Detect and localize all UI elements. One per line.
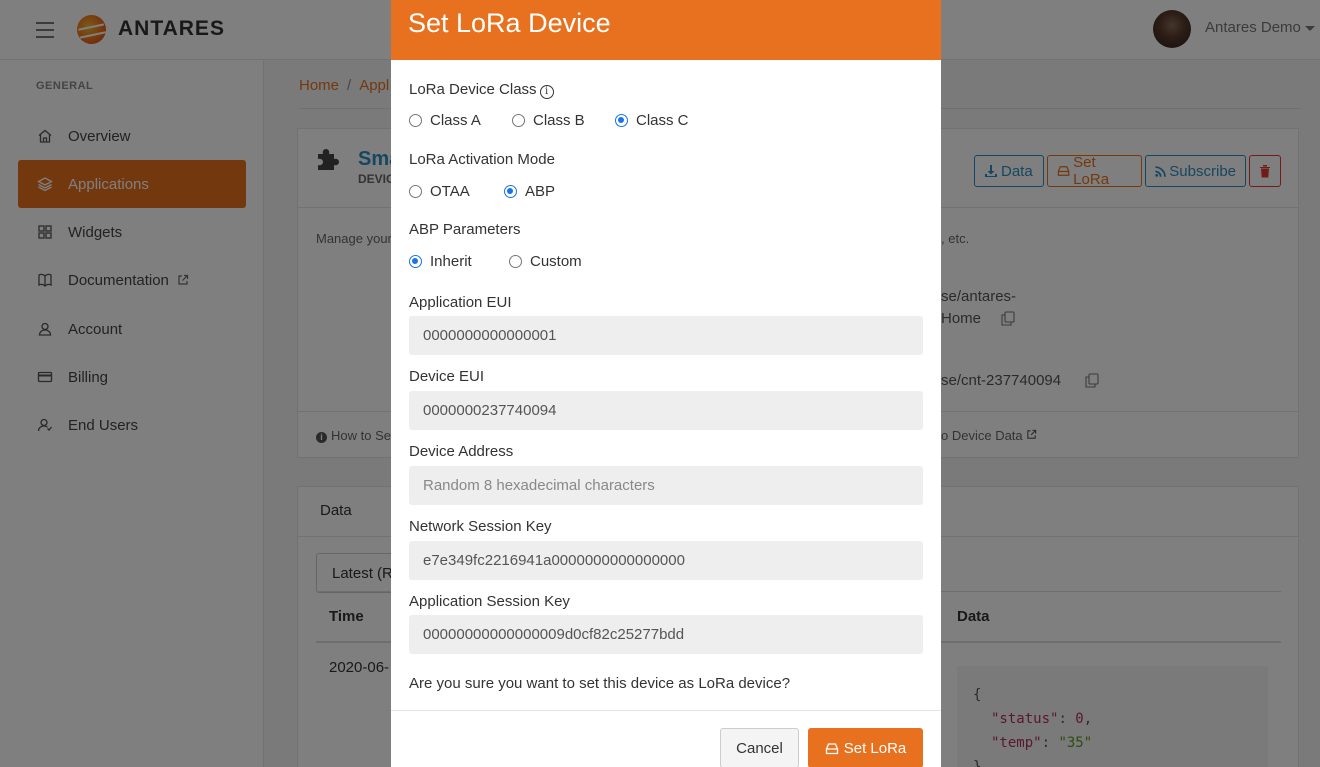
activation-mode-label: LoRa Activation Mode <box>409 151 555 168</box>
device-class-radio-group: Class A Class B Class C <box>409 112 689 129</box>
abp-parameters-radio-group: Inherit Custom <box>409 253 582 270</box>
radio-label: Custom <box>530 253 582 270</box>
hdd-icon <box>825 742 838 754</box>
device-eui-input[interactable]: 0000000237740094 <box>409 391 923 430</box>
network-session-key-input[interactable]: e7e349fc2216941a0000000000000000 <box>409 541 923 580</box>
radio-button[interactable] <box>615 114 628 127</box>
radio-label: Class C <box>636 112 689 129</box>
radio-button[interactable] <box>512 114 525 127</box>
radio-abp[interactable]: ABP <box>504 183 555 200</box>
radio-class-b[interactable]: Class B <box>512 112 615 129</box>
radio-button[interactable] <box>409 185 422 198</box>
radio-label: ABP <box>525 183 556 200</box>
modal-header: Set LoRa Device <box>391 0 941 60</box>
set-lora-submit-button[interactable]: Set LoRa <box>808 728 923 767</box>
network-session-key-label: Network Session Key <box>409 518 552 535</box>
radio-label: Class B <box>533 112 585 129</box>
activation-mode-radio-group: OTAA ABP <box>409 183 555 200</box>
confirm-message: Are you sure you want to set this device… <box>409 675 791 692</box>
radio-label: OTAA <box>430 183 470 200</box>
radio-class-a[interactable]: Class A <box>409 112 512 129</box>
app-session-key-label: Application Session Key <box>409 593 570 610</box>
modal-footer-divider <box>391 710 941 711</box>
radio-inherit[interactable]: Inherit <box>409 253 509 270</box>
device-eui-label: Device EUI <box>409 368 485 385</box>
set-lora-submit-label: Set LoRa <box>843 739 907 757</box>
radio-otaa[interactable]: OTAA <box>409 183 504 200</box>
radio-label: Inherit <box>430 253 472 270</box>
radio-button[interactable] <box>504 185 517 198</box>
radio-custom[interactable]: Custom <box>509 253 582 270</box>
device-address-label: Device Address <box>409 443 514 460</box>
info-icon[interactable]: i <box>539 85 554 99</box>
modal-title: Set LoRa Device <box>408 8 611 38</box>
radio-label: Class A <box>430 112 481 129</box>
cancel-button[interactable]: Cancel <box>720 728 799 767</box>
abp-parameters-label: ABP Parameters <box>409 221 521 238</box>
radio-button[interactable] <box>509 255 522 268</box>
radio-button[interactable] <box>409 255 422 268</box>
app-eui-label: Application EUI <box>409 294 512 311</box>
app-session-key-input[interactable]: 00000000000000009d0cf82c25277bdd <box>409 615 923 654</box>
device-class-label-text: LoRa Device Class <box>409 81 537 98</box>
device-class-label: LoRa Device Class i <box>409 81 554 99</box>
radio-class-c[interactable]: Class C <box>615 112 689 129</box>
radio-button[interactable] <box>409 114 422 127</box>
set-lora-modal: Set LoRa Device LoRa Device Class i Class… <box>391 0 941 767</box>
app-eui-input[interactable]: 0000000000000001 <box>409 316 923 355</box>
device-address-input[interactable]: Random 8 hexadecimal characters <box>409 466 923 505</box>
